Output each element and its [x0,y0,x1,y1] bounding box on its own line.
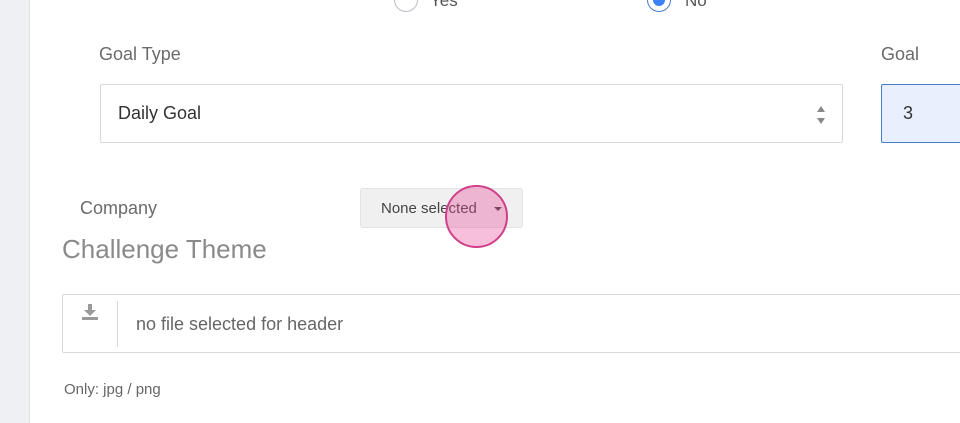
file-input-divider [117,301,118,347]
goal-value: 3 [903,103,914,123]
upload-button[interactable] [63,295,118,352]
radio-no-label: No [685,0,707,10]
file-type-hint: Only: jpg / png [64,381,161,398]
goal-input[interactable]: 3 [881,84,960,143]
challenge-theme-title: Challenge Theme [62,234,267,264]
goal-type-select[interactable]: Daily Goal [100,84,843,143]
left-gutter [0,0,30,423]
goal-label: Goal [881,44,920,64]
click-indicator [445,185,508,248]
radio-no[interactable] [647,0,671,12]
header-file-input[interactable]: no file selected for header [62,294,960,353]
form-panel: Yes No Goal Type Daily Goal Goal 3 Compa… [30,0,960,423]
sort-arrows-icon [817,106,825,124]
file-input-placeholder: no file selected for header [136,314,344,334]
goal-type-value: Daily Goal [118,103,202,123]
yes-no-radio-group: Yes No [30,0,960,24]
upload-icon [82,304,98,320]
goal-type-label: Goal Type [99,44,181,64]
radio-yes-label: Yes [430,0,458,10]
radio-yes[interactable] [394,0,418,12]
company-label: Company [80,198,158,218]
